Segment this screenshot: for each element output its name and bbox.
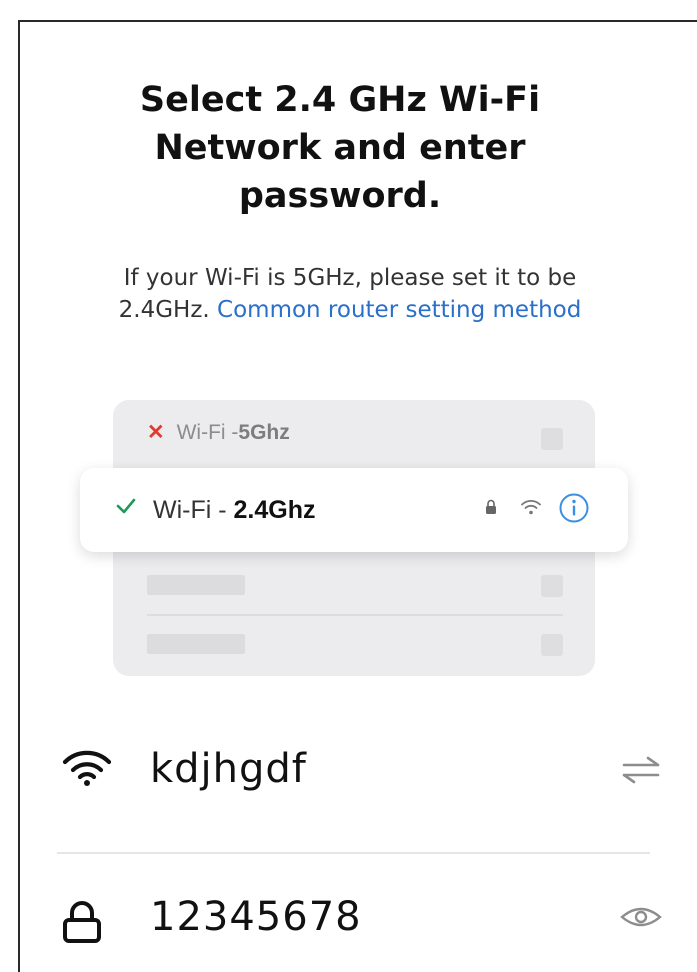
- network-5ghz-row: ✕ Wi-Fi - 5Ghz: [147, 420, 290, 445]
- network-5ghz-band: 5Ghz: [238, 420, 290, 444]
- check-icon: [116, 498, 136, 514]
- title-line-3: password.: [238, 176, 442, 216]
- network-24ghz-band: 2.4Ghz: [233, 496, 316, 524]
- title-line-2: Network and enter: [154, 128, 526, 168]
- placeholder-square: [541, 634, 563, 656]
- network-24ghz-prefix: Wi-Fi -: [153, 496, 234, 524]
- info-icon[interactable]: [558, 492, 590, 524]
- placeholder-bar: [147, 575, 245, 595]
- placeholder-bar: [147, 634, 245, 654]
- title-line-1: Select 2.4 GHz Wi-Fi: [139, 80, 541, 120]
- router-setting-link[interactable]: Common router setting method: [217, 297, 581, 323]
- illustration-divider: [147, 614, 563, 616]
- notice-line-1: If your Wi-Fi is 5GHz, please set it to …: [123, 265, 577, 291]
- network-24ghz-label: Wi-Fi - 2.4Ghz: [153, 496, 316, 525]
- password-value: 12345678: [150, 894, 362, 940]
- notice-prefix: 2.4GHz.: [118, 297, 218, 323]
- placeholder-square: [541, 428, 563, 450]
- wifi-icon: [521, 500, 541, 515]
- field-divider: [57, 852, 650, 854]
- wifi-band-notice: If your Wi-Fi is 5GHz, please set it to …: [40, 262, 660, 326]
- eye-icon[interactable]: [620, 904, 662, 930]
- page-title: Select 2.4 GHz Wi-Fi Network and enter p…: [40, 76, 640, 220]
- switch-icon[interactable]: [620, 755, 662, 785]
- lock-icon: [486, 499, 496, 514]
- ssid-value: kdjhgdf: [150, 746, 307, 792]
- network-5ghz-prefix: Wi-Fi -: [176, 420, 239, 444]
- placeholder-square: [541, 575, 563, 597]
- close-icon: ✕: [147, 421, 165, 444]
- lock-icon: [63, 901, 101, 943]
- notice-line-2: 2.4GHz. Common router setting method: [40, 294, 660, 326]
- network-24ghz-card: Wi-Fi - 2.4Ghz: [80, 468, 628, 552]
- wifi-icon: [62, 750, 112, 786]
